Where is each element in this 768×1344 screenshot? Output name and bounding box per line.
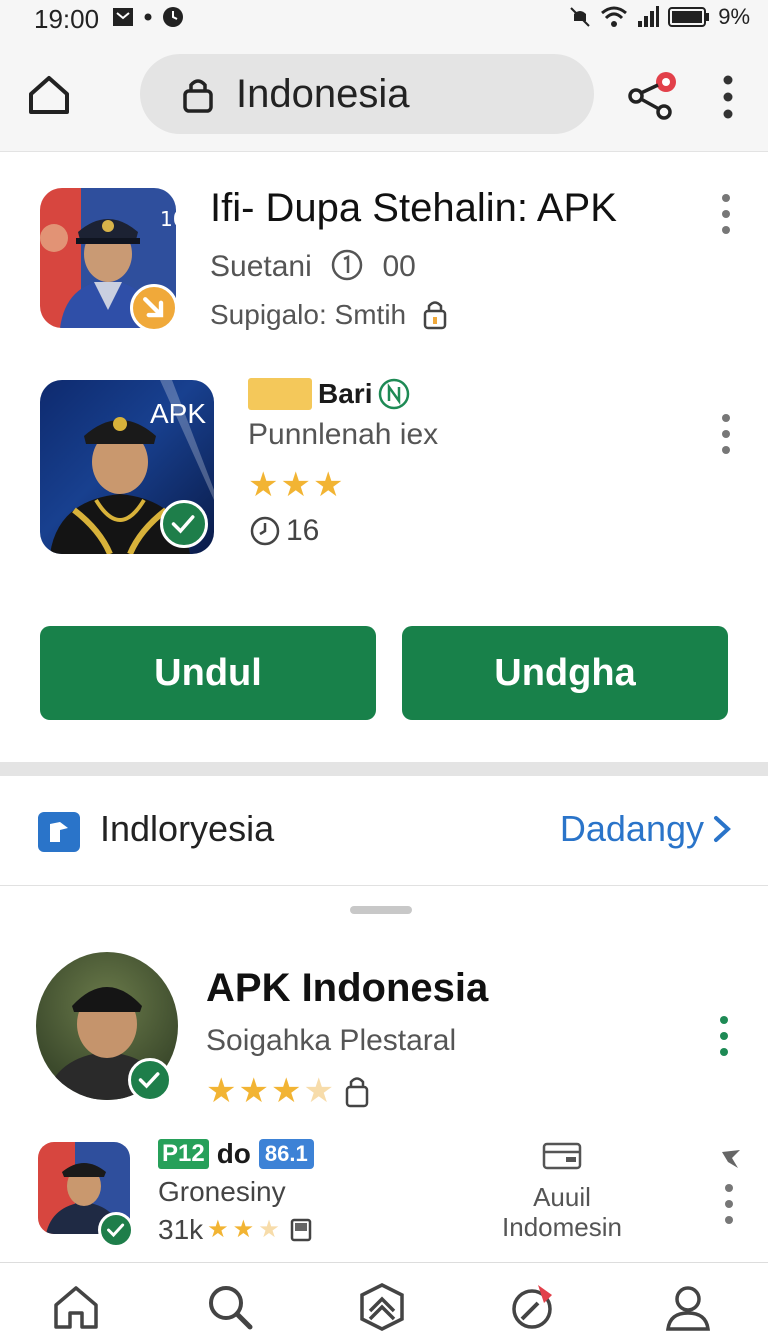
nav-profile-icon[interactable] <box>662 1281 714 1333</box>
app2-count-row: 16 <box>248 514 319 548</box>
app2-count: 16 <box>286 514 320 547</box>
card-icon <box>542 1142 582 1170</box>
app2-brand-row: Bari <box>248 378 410 410</box>
list-item-tags: P12 do 86.1 <box>158 1138 314 1170</box>
app1-developer-row: Supigalo: Smtih <box>210 298 448 331</box>
see-more-link[interactable]: Dadangy <box>560 808 732 850</box>
tag-text: do <box>216 1138 251 1169</box>
dot-icon <box>144 13 152 21</box>
section-title: Indloryesia <box>100 808 275 849</box>
verified-badge <box>160 500 208 548</box>
list-item-meta: 31k ★ ★ ★ <box>158 1214 312 1246</box>
bottom-navigation <box>0 1262 768 1344</box>
chevron-right-icon <box>714 816 731 842</box>
star-icon: ★ <box>270 1072 302 1110</box>
check-icon <box>138 1072 160 1089</box>
lock-orange-icon <box>423 301 447 330</box>
app2-menu-icon[interactable] <box>721 414 731 454</box>
star-icon: ★ <box>207 1216 229 1243</box>
list-item-verified-badge <box>98 1212 134 1248</box>
star-icon: ★ <box>312 466 344 504</box>
star-icon: ★ <box>238 1072 269 1110</box>
url-text: Indonesia <box>236 71 410 116</box>
undul-button[interactable]: Undul <box>40 626 376 720</box>
app2-rating: ★ ★ ★ <box>248 468 343 502</box>
message-icon <box>113 8 133 26</box>
nav-compass-icon[interactable] <box>508 1281 560 1333</box>
info-circle-icon <box>331 249 363 281</box>
featured-verified-badge <box>128 1058 172 1102</box>
home-icon[interactable] <box>26 72 72 118</box>
n-circle-icon <box>379 378 410 410</box>
undgha-button[interactable]: Undgha <box>402 626 728 720</box>
system-icons: 9% <box>568 4 750 30</box>
app1-developer: Supigalo: Smtih <box>210 299 407 330</box>
arrow-down-right-icon <box>143 297 164 318</box>
mute-icon <box>570 7 590 27</box>
secondary-line-1: Auuil <box>533 1182 591 1212</box>
app1-title[interactable]: Ifi- Dupa Stehalin: APK <box>210 186 617 231</box>
star-icon: ★ <box>232 1216 255 1243</box>
featured-subtitle: Soigahka Plestaral <box>206 1024 457 1057</box>
app1-menu-icon[interactable] <box>721 194 731 234</box>
app2-icon-label: APK <box>149 398 206 429</box>
list-item-secondary[interactable]: Auuil Indomesin <box>498 1142 626 1242</box>
app1-version: 00 <box>382 250 416 283</box>
list-item-menu-icon[interactable] <box>724 1184 734 1224</box>
star-icon: ★ <box>280 466 311 504</box>
timer-icon <box>250 516 280 546</box>
storage-icon <box>290 1218 311 1242</box>
score-badge: 86.1 <box>258 1139 314 1169</box>
wifi-icon <box>601 6 628 27</box>
star-icon: ★ <box>206 1072 237 1110</box>
secondary-line-2: Indomesin <box>502 1212 622 1242</box>
status-time: 19:00 <box>34 4 100 34</box>
notification-icons <box>112 6 184 28</box>
app2-subtitle: Punnlenah iex <box>248 418 439 451</box>
app-card: 10 Ifi- Dupa Stehalin: APK Suetani 00 Su… <box>0 152 768 762</box>
check-icon <box>107 1223 125 1238</box>
more-vert-icon[interactable] <box>716 74 740 120</box>
pin-icon[interactable] <box>720 1148 742 1170</box>
brand-logo-icon <box>248 378 312 410</box>
nav-home-icon[interactable] <box>50 1281 102 1333</box>
featured-menu-icon[interactable] <box>719 1016 729 1056</box>
featured-sheet: APK Indonesia Soigahka Plestaral ★ ★ ★ ★… <box>0 886 768 1262</box>
address-bar[interactable]: Indonesia <box>140 54 594 134</box>
star-empty-icon: ★ <box>258 1216 280 1243</box>
nav-search-icon[interactable] <box>204 1281 256 1333</box>
lock-icon <box>345 1077 369 1108</box>
tag-badge: P12 <box>158 1139 209 1169</box>
list-item-subtitle: Gronesiny <box>158 1176 286 1207</box>
nav-shield-icon[interactable] <box>356 1281 408 1333</box>
section-divider <box>0 762 768 776</box>
featured-title[interactable]: APK Indonesia <box>206 966 488 1011</box>
list-item-count: 31k <box>158 1214 204 1245</box>
section-flag-icon <box>38 812 80 852</box>
featured-rating: ★ ★ ★ ★ <box>206 1074 370 1108</box>
app1-publisher: Suetani <box>210 250 312 283</box>
share-icon[interactable] <box>626 70 678 122</box>
lock-icon <box>183 79 213 113</box>
battery-icon <box>668 7 710 27</box>
star-icon: ★ <box>248 466 279 504</box>
svg-text:10: 10 <box>160 207 176 231</box>
download-badge <box>130 284 178 332</box>
app1-meta: Suetani 00 <box>210 248 416 284</box>
browser-toolbar: Indonesia <box>0 40 768 152</box>
status-bar: 19:00 9% <box>0 0 768 40</box>
section-header: Indloryesia Dadangy <box>0 776 768 886</box>
sheet-drag-handle[interactable] <box>350 906 412 914</box>
battery-percent: 9% <box>718 4 750 29</box>
star-empty-icon: ★ <box>303 1072 334 1110</box>
app2-brand: Bari <box>318 378 373 409</box>
signal-icon <box>638 6 660 27</box>
see-more-label: Dadangy <box>559 808 704 849</box>
check-icon <box>171 515 195 534</box>
clock-icon <box>163 7 183 27</box>
